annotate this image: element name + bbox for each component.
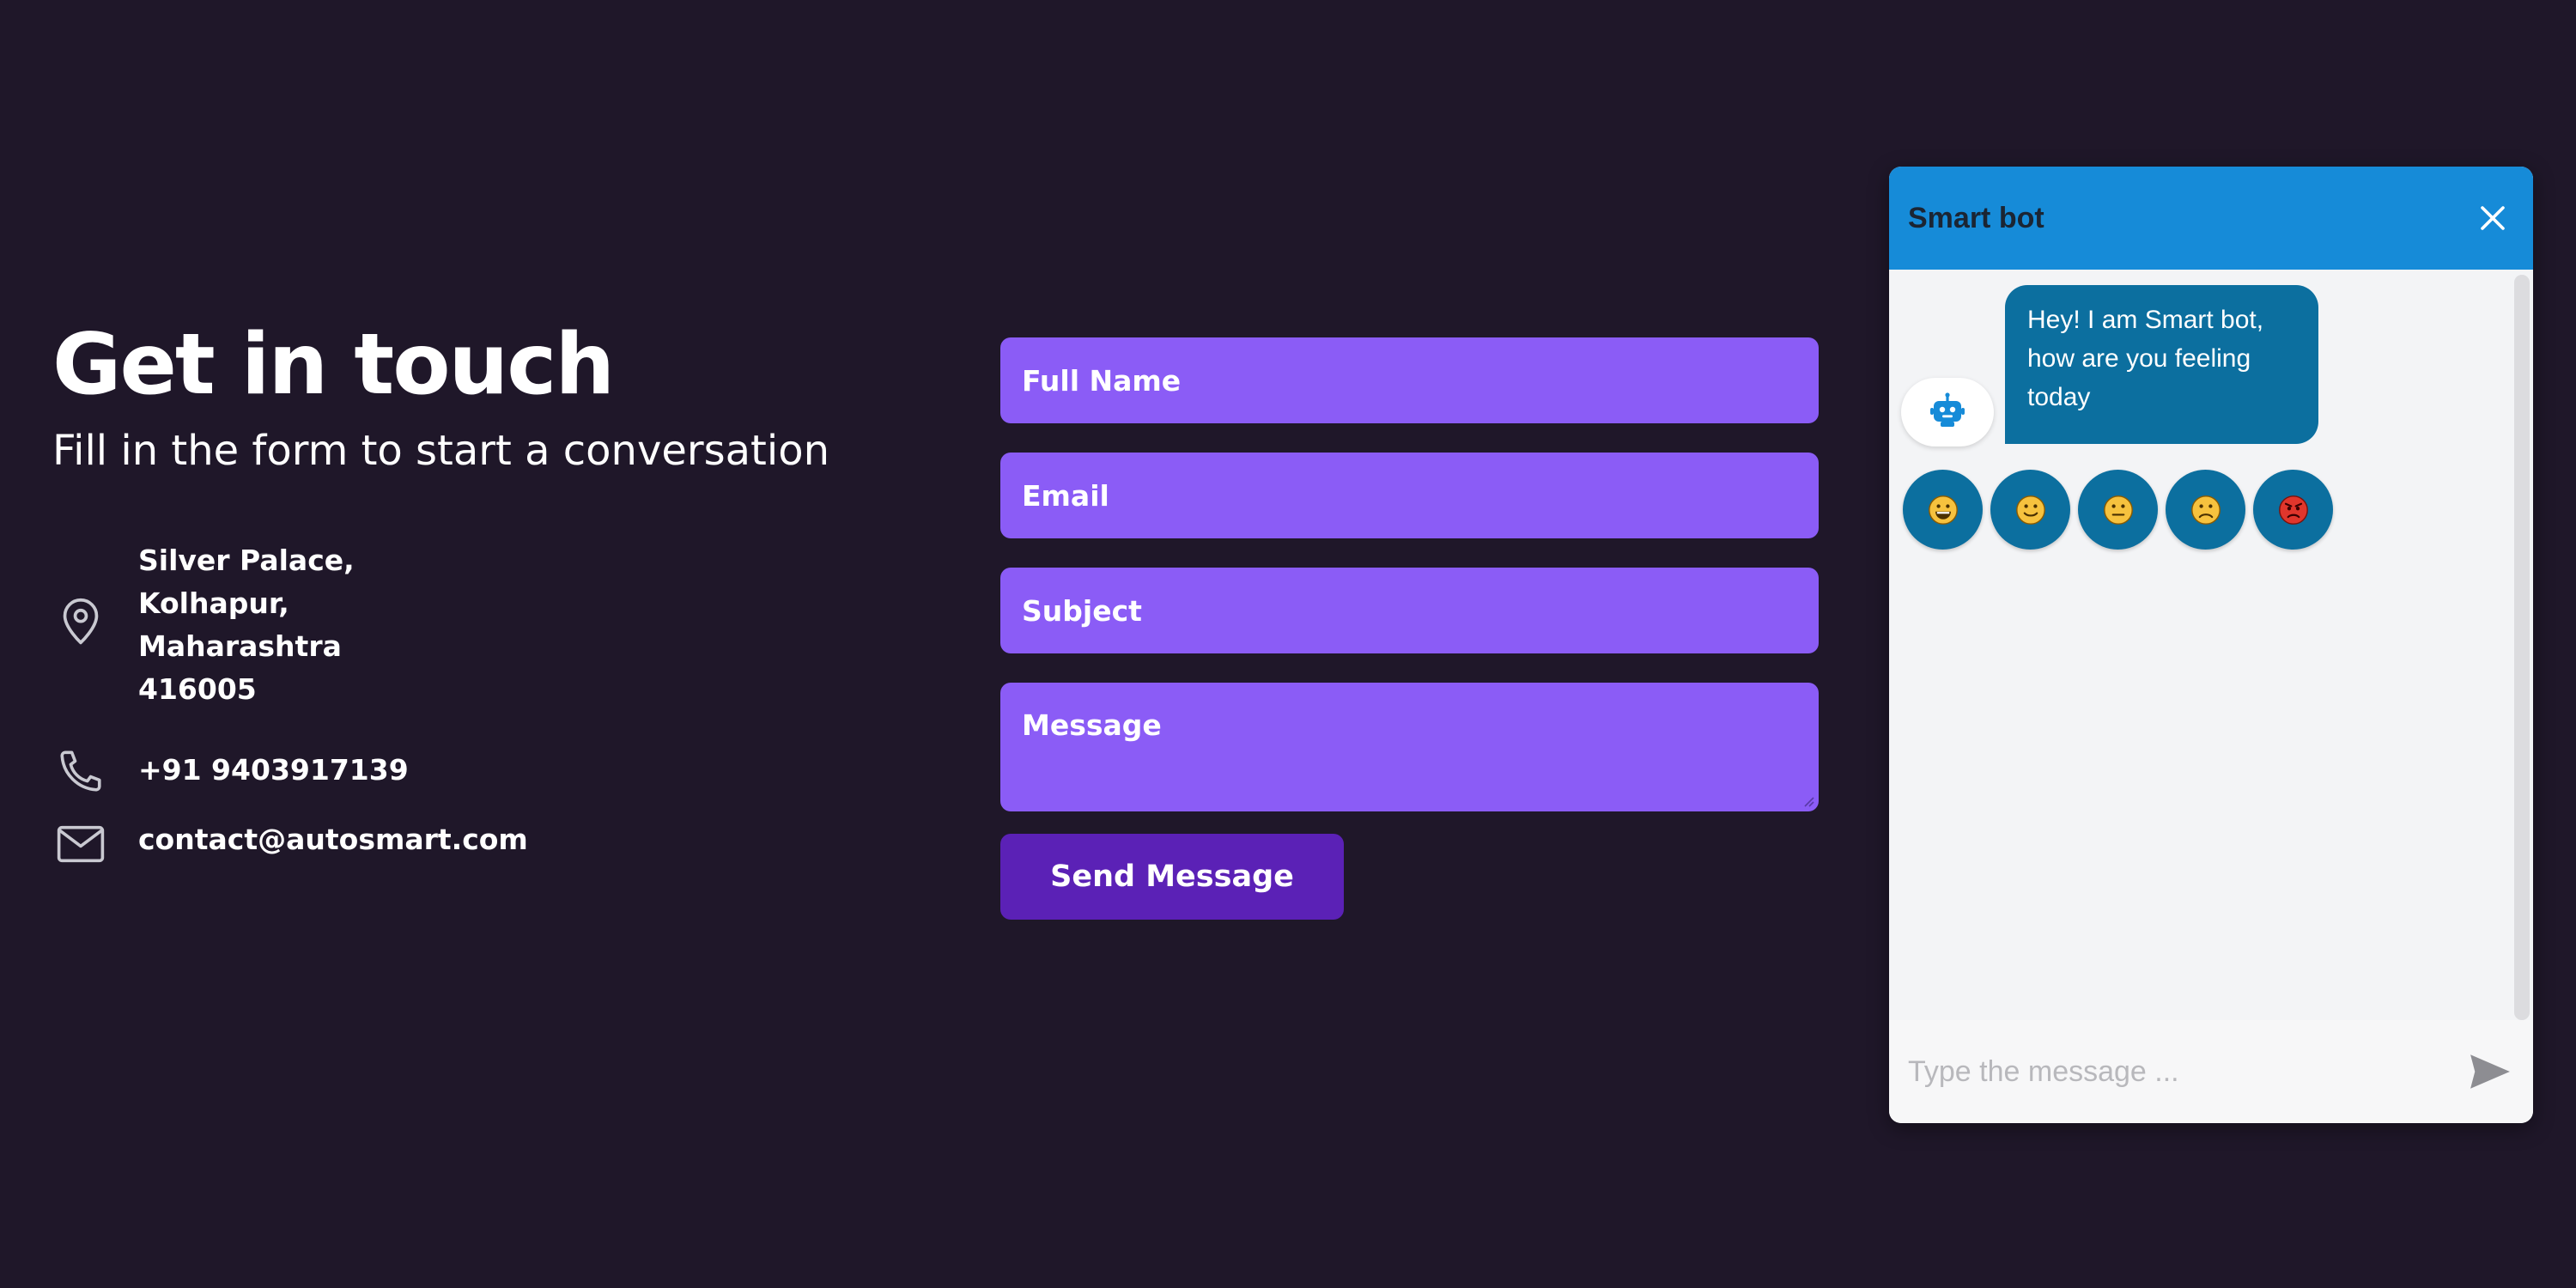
frowning-face-icon[interactable] xyxy=(2166,470,2245,550)
email-row: contact@autosmart.com xyxy=(52,816,528,872)
neutral-face-icon[interactable] xyxy=(2078,470,2158,550)
full-name-input[interactable] xyxy=(1000,337,1819,423)
message-wrapper xyxy=(1000,683,1819,811)
chatbot-widget: Smart bot Hey! I am Smart bot, how are y… xyxy=(1889,167,2533,1123)
chat-scrollbar[interactable] xyxy=(2514,275,2530,1020)
address-row: Silver Palace, Kolhapur, Maharashtra 416… xyxy=(52,539,355,711)
chat-title: Smart bot xyxy=(1908,201,2044,234)
message-textarea[interactable] xyxy=(1000,683,1819,811)
close-icon[interactable] xyxy=(2471,197,2514,240)
page-subtitle: Fill in the form to start a conversation xyxy=(52,427,829,475)
subject-input[interactable] xyxy=(1000,568,1819,653)
email-input[interactable] xyxy=(1000,453,1819,538)
email-text: contact@autosmart.com xyxy=(138,823,528,856)
location-pin-icon xyxy=(52,592,108,648)
chat-messages[interactable]: Hey! I am Smart bot, how are you feeling… xyxy=(1889,270,2533,1020)
send-icon[interactable] xyxy=(2464,1046,2516,1097)
contact-section: Get in touch Fill in the form to start a… xyxy=(52,309,911,862)
send-message-button[interactable]: Send Message xyxy=(1000,834,1344,920)
chat-message-input[interactable] xyxy=(1906,1042,2464,1102)
mail-icon xyxy=(52,816,108,872)
contact-form: Send Message xyxy=(1000,337,1819,920)
grinning-face-icon[interactable] xyxy=(1903,470,1983,550)
robot-icon xyxy=(1930,392,1965,432)
chat-header: Smart bot xyxy=(1889,167,2533,270)
mood-options xyxy=(1903,470,2333,550)
phone-text: +91 9403917139 xyxy=(138,753,409,787)
phone-row: +91 9403917139 xyxy=(52,743,409,799)
slightly-smiling-face-icon[interactable] xyxy=(1990,470,2070,550)
chat-input-bar xyxy=(1889,1020,2533,1123)
bot-avatar xyxy=(1901,378,1994,447)
angry-face-icon[interactable] xyxy=(2253,470,2333,550)
address-text: Silver Palace, Kolhapur, Maharashtra 416… xyxy=(138,544,355,706)
bot-message-bubble: Hey! I am Smart bot, how are you feeling… xyxy=(2005,285,2318,444)
phone-icon xyxy=(52,743,108,799)
page-title: Get in touch xyxy=(52,316,615,414)
